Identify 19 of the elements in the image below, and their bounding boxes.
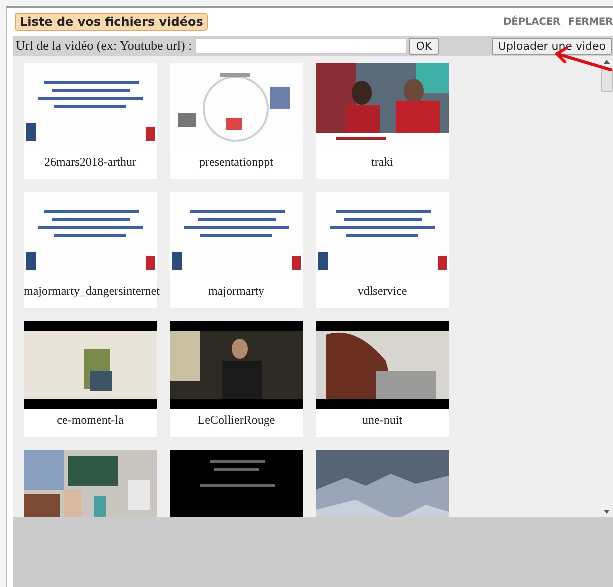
video-title: 26mars2018-arthur [44, 155, 138, 170]
header-link[interactable]: FERMER [568, 16, 613, 28]
url-label: Url de la vidéo (ex: Youtube url) : [16, 38, 192, 54]
header-link[interactable]: DÉPLACER [504, 16, 560, 28]
scroll-thumb[interactable] [600, 68, 612, 92]
video-card[interactable]: LeCollierRouge [170, 321, 303, 437]
video-card[interactable]: traki [316, 63, 449, 179]
video-title: presentationppt [198, 155, 274, 170]
video-title: traki [370, 155, 394, 170]
ok-button[interactable]: OK [409, 38, 440, 54]
url-field[interactable] [195, 38, 408, 54]
video-title: majormarty [208, 284, 266, 299]
video-title: vdlservice [356, 284, 408, 299]
video-card[interactable]: une-nuit [316, 321, 449, 437]
video-title: ce-moment-la [56, 413, 125, 428]
dialog-title: Liste de vos fichiers vidéos [15, 13, 208, 31]
video-card[interactable]: ce-moment-la [24, 321, 157, 437]
video-title: une-nuit [362, 413, 404, 428]
video-title: LeCollierRouge [196, 413, 276, 428]
